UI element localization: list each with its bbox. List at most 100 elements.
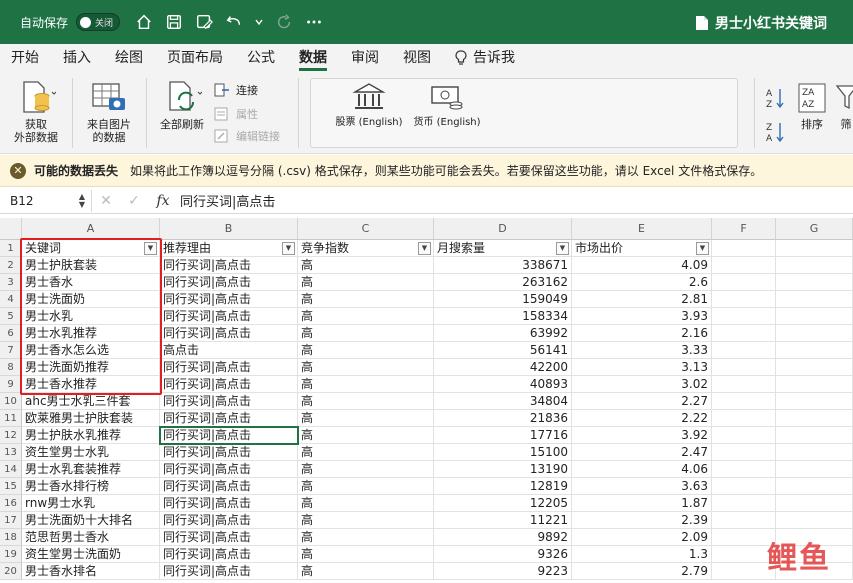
properties-button[interactable]: 属性 — [214, 106, 258, 122]
table-cell[interactable]: 11221 — [434, 512, 572, 529]
table-cell[interactable]: 高 — [298, 376, 434, 393]
table-cell[interactable]: 高 — [298, 529, 434, 546]
table-cell[interactable]: 56141 — [434, 342, 572, 359]
table-cell[interactable]: 34804 — [434, 393, 572, 410]
table-cell[interactable] — [712, 461, 776, 478]
save-icon[interactable] — [164, 12, 184, 32]
table-cell[interactable]: 高 — [298, 461, 434, 478]
table-cell[interactable]: 2.27 — [572, 393, 712, 410]
table-cell[interactable]: 范思哲男士香水 — [22, 529, 160, 546]
table-cell[interactable]: 21836 — [434, 410, 572, 427]
row-header[interactable]: 10 — [0, 393, 22, 410]
tab-data[interactable]: 数据 — [299, 44, 327, 72]
table-cell[interactable] — [712, 410, 776, 427]
table-cell[interactable]: 2.47 — [572, 444, 712, 461]
table-cell[interactable]: 高 — [298, 495, 434, 512]
header-cell[interactable]: 竞争指数 ▼ — [298, 240, 434, 257]
tab-insert[interactable]: 插入 — [63, 44, 91, 72]
filter-dropdown-icon[interactable]: ▼ — [418, 242, 431, 255]
row-header[interactable]: 7 — [0, 342, 22, 359]
table-cell[interactable] — [776, 461, 853, 478]
table-cell[interactable]: 同行买词|高点击 — [160, 478, 298, 495]
table-cell[interactable] — [712, 478, 776, 495]
table-cell[interactable]: 1.87 — [572, 495, 712, 512]
table-cell[interactable] — [776, 410, 853, 427]
table-cell[interactable] — [776, 291, 853, 308]
table-cell[interactable]: 338671 — [434, 257, 572, 274]
table-cell[interactable]: 高 — [298, 291, 434, 308]
tab-formulas[interactable]: 公式 — [247, 44, 275, 72]
table-cell[interactable] — [712, 495, 776, 512]
filter-dropdown-icon[interactable]: ▼ — [556, 242, 569, 255]
table-cell[interactable] — [712, 342, 776, 359]
row-header[interactable]: 15 — [0, 478, 22, 495]
table-cell[interactable] — [712, 376, 776, 393]
row-header[interactable]: 4 — [0, 291, 22, 308]
table-cell[interactable] — [776, 325, 853, 342]
row-header[interactable]: 1 — [0, 240, 22, 257]
row-header[interactable]: 12 — [0, 427, 22, 444]
table-cell[interactable]: 17716 — [434, 427, 572, 444]
table-cell[interactable]: 同行买词|高点击 — [160, 546, 298, 563]
table-cell[interactable]: 2.79 — [572, 563, 712, 580]
table-cell[interactable]: rnw男士水乳 — [22, 495, 160, 512]
table-cell[interactable] — [712, 359, 776, 376]
table-cell[interactable] — [712, 274, 776, 291]
column-header-c[interactable]: C — [298, 218, 434, 240]
table-cell[interactable]: 高 — [298, 274, 434, 291]
table-cell[interactable]: 男士水乳套装推荐 — [22, 461, 160, 478]
column-header-e[interactable]: E — [572, 218, 712, 240]
row-header[interactable]: 19 — [0, 546, 22, 563]
connections-button[interactable]: 连接 — [214, 82, 258, 98]
table-cell[interactable]: 9223 — [434, 563, 572, 580]
table-cell[interactable]: 同行买词|高点击 — [160, 257, 298, 274]
table-cell[interactable]: 2.22 — [572, 410, 712, 427]
table-cell[interactable]: 同行买词|高点击 — [160, 495, 298, 512]
table-cell[interactable]: 2.39 — [572, 512, 712, 529]
table-cell[interactable]: 高 — [298, 393, 434, 410]
table-cell[interactable]: 2.81 — [572, 291, 712, 308]
table-cell[interactable]: 高 — [298, 308, 434, 325]
header-cell[interactable]: 月搜索量 ▼ — [434, 240, 572, 257]
table-cell[interactable]: 42200 — [434, 359, 572, 376]
table-cell[interactable]: 同行买词|高点击 — [160, 359, 298, 376]
table-cell[interactable]: 同行买词|高点击 — [160, 529, 298, 546]
table-cell[interactable]: 9892 — [434, 529, 572, 546]
header-cell[interactable] — [712, 240, 776, 257]
table-cell[interactable]: 3.33 — [572, 342, 712, 359]
get-external-data-button[interactable]: 获取 外部数据 — [8, 80, 64, 144]
column-header-g[interactable]: G — [776, 218, 853, 240]
table-cell[interactable]: 3.02 — [572, 376, 712, 393]
table-cell[interactable]: 同行买词|高点击 — [160, 376, 298, 393]
tab-page-layout[interactable]: 页面布局 — [167, 44, 223, 72]
table-cell[interactable]: 3.63 — [572, 478, 712, 495]
header-cell[interactable]: 推荐理由 ▼ — [160, 240, 298, 257]
insert-function-button[interactable]: fx — [148, 193, 178, 209]
table-cell[interactable]: 资生堂男士洗面奶 — [22, 546, 160, 563]
table-cell[interactable]: 同行买词|高点击 — [160, 274, 298, 291]
table-cell[interactable] — [712, 512, 776, 529]
table-cell[interactable]: 15100 — [434, 444, 572, 461]
filter-dropdown-icon[interactable]: ▼ — [282, 242, 295, 255]
table-cell[interactable]: 12205 — [434, 495, 572, 512]
table-cell[interactable]: 4.09 — [572, 257, 712, 274]
table-cell[interactable]: 263162 — [434, 274, 572, 291]
name-box-stepper-icon[interactable]: ▲ ▼ — [79, 192, 85, 209]
row-header[interactable]: 9 — [0, 376, 22, 393]
row-header[interactable]: 17 — [0, 512, 22, 529]
filter-dropdown-icon[interactable]: ▼ — [696, 242, 709, 255]
redo-icon[interactable] — [274, 12, 294, 32]
row-header[interactable]: 8 — [0, 359, 22, 376]
table-cell[interactable] — [776, 495, 853, 512]
cancel-icon[interactable]: ✕ — [92, 193, 120, 209]
table-cell[interactable]: 4.06 — [572, 461, 712, 478]
table-cell[interactable]: 159049 — [434, 291, 572, 308]
table-cell[interactable]: 男士洗面奶十大排名 — [22, 512, 160, 529]
table-cell[interactable]: 同行买词|高点击 — [160, 410, 298, 427]
table-cell[interactable]: 3.13 — [572, 359, 712, 376]
table-cell[interactable] — [776, 478, 853, 495]
table-cell[interactable]: 男士香水排名 — [22, 563, 160, 580]
refresh-all-button[interactable]: 全部刷新 — [154, 80, 210, 131]
table-cell[interactable]: 1.3 — [572, 546, 712, 563]
table-cell[interactable]: 同行买词|高点击 — [160, 461, 298, 478]
